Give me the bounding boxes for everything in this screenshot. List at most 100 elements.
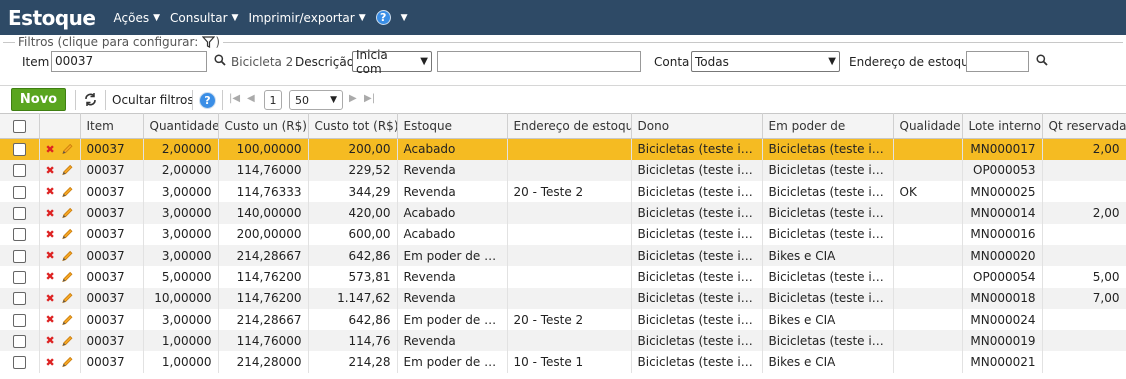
cell-dono: Bicicletas (teste int… (631, 202, 763, 224)
column-header-estoque[interactable]: Estoque (397, 113, 508, 139)
delete-icon[interactable]: ✖ (46, 270, 55, 283)
delete-icon[interactable]: ✖ (46, 313, 55, 326)
column-header-quantidade[interactable]: Quantidade (143, 113, 219, 139)
page-size-select[interactable]: 50 ▼ (289, 90, 343, 110)
menu-acoes[interactable]: Ações ▼ (114, 11, 161, 25)
help-menu[interactable]: ? ▼ (375, 10, 408, 25)
edit-icon[interactable] (61, 227, 74, 241)
row-checkbox-cell[interactable] (0, 159, 40, 182)
checkbox[interactable] (12, 185, 26, 199)
row-checkbox-cell[interactable] (0, 287, 40, 309)
refresh-icon[interactable] (83, 92, 98, 107)
delete-icon[interactable]: ✖ (46, 292, 55, 305)
cell-endereco (507, 138, 632, 160)
column-header-lote-interno[interactable]: Lote interno (962, 113, 1043, 139)
row-checkbox-cell[interactable] (0, 202, 40, 224)
table-row[interactable]: ✖ 00037 1,00000 214,28000 214,28 Em poder de … (0, 351, 1126, 373)
checkbox[interactable] (12, 207, 26, 221)
table-row[interactable]: ✖ 00037 1,00000 114,76000 114,76 Revenda Bicic… (0, 330, 1126, 352)
column-header-qt-reservada[interactable]: Qt reservada (1042, 113, 1126, 139)
ocultar-filtros-button[interactable]: Ocultar filtros (112, 93, 194, 107)
table-row[interactable]: ✖ 00037 2,00000 114,76000 229,52 Revenda Bicic… (0, 159, 1126, 182)
filters-legend[interactable]: Filtros (clique para configurar: ) (15, 35, 223, 49)
descricao-mode-select[interactable]: Inicia com ▼ (352, 48, 432, 76)
edit-icon[interactable] (61, 206, 74, 220)
row-actions: ✖ (39, 223, 81, 245)
delete-icon[interactable]: ✖ (46, 228, 55, 241)
checkbox[interactable] (12, 120, 26, 133)
next-page-icon[interactable]: ▶ (349, 93, 357, 104)
prev-page-icon[interactable]: ◀ (247, 93, 255, 104)
checkbox[interactable] (12, 356, 26, 370)
table-row[interactable]: ✖ 00037 10,00000 114,76200 1.147,62 Revenda Bi… (0, 287, 1126, 309)
novo-button[interactable]: Novo (11, 88, 66, 111)
search-icon[interactable] (1036, 54, 1048, 66)
help-icon[interactable]: ? (199, 92, 216, 109)
checkbox[interactable] (12, 270, 26, 284)
row-checkbox-cell[interactable] (0, 351, 40, 373)
stock-table: Item Quantidade Custo un (R$) Custo tot … (0, 113, 1126, 373)
delete-icon[interactable]: ✖ (46, 185, 55, 198)
search-icon[interactable] (214, 54, 226, 66)
table-row[interactable]: ✖ 00037 3,00000 114,76333 344,29 Revenda 20 - … (0, 181, 1126, 203)
first-page-icon[interactable]: |◀ (229, 93, 240, 104)
row-checkbox-cell[interactable] (0, 223, 40, 245)
edit-icon[interactable] (61, 142, 74, 156)
table-row[interactable]: ✖ 00037 2,00000 100,00000 200,00 Acabado Bicic… (0, 138, 1126, 160)
cell-qt-reservada (1042, 244, 1126, 267)
column-header-dono[interactable]: Dono (631, 113, 763, 139)
column-header-custo-tot[interactable]: Custo tot (R$) (308, 113, 398, 139)
column-header-em-poder-de[interactable]: Em poder de (762, 113, 894, 139)
delete-icon[interactable]: ✖ (46, 143, 55, 156)
checkbox[interactable] (12, 313, 26, 327)
table-row[interactable]: ✖ 00037 3,00000 140,00000 420,00 Acabado Bicic… (0, 202, 1126, 224)
row-checkbox-cell[interactable] (0, 266, 40, 288)
checkbox[interactable] (12, 292, 26, 306)
edit-icon[interactable] (61, 291, 74, 305)
page-input[interactable]: 1 (264, 90, 282, 110)
delete-icon[interactable]: ✖ (46, 207, 55, 220)
conta-select[interactable]: Todas ▼ (691, 51, 840, 72)
checkbox[interactable] (12, 249, 26, 263)
select-all-header[interactable] (0, 113, 40, 139)
last-page-icon[interactable]: ▶| (364, 93, 375, 104)
table-row[interactable]: ✖ 00037 3,00000 214,28667 642,86 Em poder de … (0, 308, 1126, 331)
menu-consultar[interactable]: Consultar ▼ (170, 11, 238, 25)
cell-item: 00037 (80, 138, 144, 160)
column-header-endereco[interactable]: Endereço de estoque (507, 113, 632, 139)
edit-icon[interactable] (61, 185, 74, 199)
row-checkbox-cell[interactable] (0, 181, 40, 203)
row-checkbox-cell[interactable] (0, 330, 40, 352)
item-field[interactable]: 00037 (51, 51, 207, 72)
endereco-field[interactable] (966, 51, 1029, 72)
table-row[interactable]: ✖ 00037 3,00000 214,28667 642,86 Em poder de … (0, 244, 1126, 267)
row-checkbox-cell[interactable] (0, 244, 40, 267)
row-checkbox-cell[interactable] (0, 138, 40, 160)
row-checkbox-cell[interactable] (0, 308, 40, 331)
checkbox[interactable] (12, 334, 26, 348)
checkbox[interactable] (12, 164, 26, 178)
cell-em-poder-de: Bicicletas (teste int… (762, 330, 894, 352)
checkbox[interactable] (12, 143, 26, 157)
delete-icon[interactable]: ✖ (46, 249, 55, 262)
edit-icon[interactable] (61, 249, 74, 263)
descricao-field[interactable] (437, 51, 641, 72)
menu-imprimir-exportar[interactable]: Imprimir/exportar ▼ (248, 11, 365, 25)
delete-icon[interactable]: ✖ (46, 164, 55, 177)
edit-icon[interactable] (61, 163, 74, 177)
table-row[interactable]: ✖ 00037 5,00000 114,76200 573,81 Revenda Bicic… (0, 266, 1126, 288)
delete-icon[interactable]: ✖ (46, 334, 55, 347)
cell-estoque: Acabado (397, 202, 508, 224)
edit-icon[interactable] (61, 270, 74, 284)
delete-icon[interactable]: ✖ (46, 356, 55, 369)
checkbox[interactable] (12, 228, 26, 242)
column-header-custo-un[interactable]: Custo un (R$) (218, 113, 309, 139)
edit-icon[interactable] (61, 355, 74, 369)
edit-icon[interactable] (61, 313, 74, 327)
cell-qt-reservada: 2,00 (1042, 138, 1126, 160)
column-header-item[interactable]: Item (80, 113, 144, 139)
cell-qt-reservada: 5,00 (1042, 266, 1126, 288)
edit-icon[interactable] (61, 334, 74, 348)
column-header-qualidade[interactable]: Qualidade (893, 113, 963, 139)
table-row[interactable]: ✖ 00037 3,00000 200,00000 600,00 Acabado Bicic… (0, 223, 1126, 245)
